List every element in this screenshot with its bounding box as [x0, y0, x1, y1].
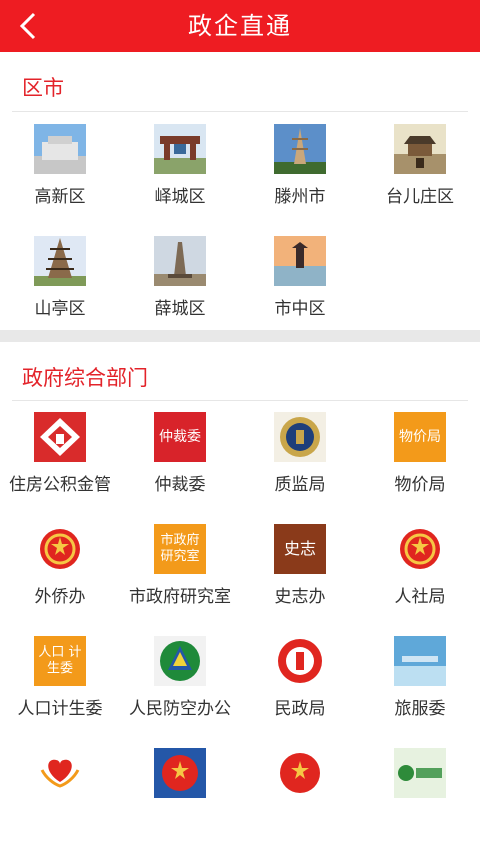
tall-pagoda-photo-icon	[34, 236, 86, 286]
district-label: 高新区	[34, 187, 86, 207]
quality-emblem-icon	[274, 412, 326, 462]
section-separator	[12, 111, 468, 112]
section-title-departments: 政府综合部门	[22, 366, 148, 390]
national-emblem-icon	[154, 748, 206, 798]
dept-label: 人社局	[394, 587, 446, 607]
pagoda-photo-icon	[274, 124, 326, 174]
dept-label: 人口计生委	[17, 699, 103, 719]
dept-item-human-resources[interactable]: 人社局	[360, 524, 480, 634]
dept-item-emblem-b[interactable]	[240, 748, 360, 858]
monument-photo-icon	[154, 236, 206, 286]
civil-affairs-logo-icon	[274, 636, 326, 686]
dept-item-foreign-affairs[interactable]: 外侨办	[0, 524, 120, 634]
national-emblem-icon	[394, 524, 446, 574]
national-emblem-icon	[34, 524, 86, 574]
history-seal-logo-icon: 史志	[274, 524, 326, 574]
dept-label: 仲裁委	[154, 475, 206, 495]
research-office-logo-icon: 市政府 研究室	[154, 524, 206, 574]
arbitration-logo-icon: 仲裁委	[154, 412, 206, 462]
dept-item-civil-affairs[interactable]: 民政局	[240, 636, 360, 746]
district-item-yicheng[interactable]: 峄城区	[120, 124, 240, 234]
dept-item-civil-defense[interactable]: 人民防空办公	[120, 636, 240, 746]
district-item-gaoxin[interactable]: 高新区	[0, 124, 120, 234]
dept-item-research-office[interactable]: 市政府 研究室 市政府研究室	[120, 524, 240, 634]
district-item-taierzhuang[interactable]: 台儿庄区	[360, 124, 480, 234]
section-divider	[0, 330, 480, 342]
district-label: 市中区	[274, 299, 326, 319]
district-label: 峄城区	[154, 187, 206, 207]
tourism-logo-icon	[394, 636, 446, 686]
dept-item-tourism[interactable]: 旅服委	[360, 636, 480, 746]
district-label: 台儿庄区	[386, 187, 454, 207]
dept-label: 外侨办	[34, 587, 86, 607]
gate-photo-icon	[154, 124, 206, 174]
section-separator	[12, 400, 468, 401]
dept-item-quality[interactable]: 质监局	[240, 412, 360, 522]
dept-label: 史志办	[274, 587, 326, 607]
dept-item-elderly-portal[interactable]	[0, 748, 120, 858]
dept-item-population[interactable]: 人口 计生委 人口计生委	[0, 636, 120, 746]
dept-label: 旅服委	[394, 699, 446, 719]
dept-item-environment[interactable]	[360, 748, 480, 858]
price-bureau-logo-icon: 物价局	[394, 412, 446, 462]
district-label: 山亭区	[34, 299, 86, 319]
environment-logo-icon	[394, 748, 446, 798]
dept-item-housing-fund[interactable]: 住房公积金管	[0, 412, 120, 522]
population-logo-icon: 人口 计生委	[34, 636, 86, 686]
dept-label: 住房公积金管	[9, 475, 111, 495]
dept-label: 质监局	[274, 475, 326, 495]
dept-item-price[interactable]: 物价局 物价局	[360, 412, 480, 522]
section-title-district: 区市	[22, 76, 64, 100]
dept-label: 市政府研究室	[129, 587, 231, 607]
national-emblem-icon	[274, 748, 326, 798]
dept-label: 人民防空办公	[129, 699, 231, 719]
housing-fund-logo-icon	[34, 412, 86, 462]
district-item-tengzhou[interactable]: 滕州市	[240, 124, 360, 234]
dept-item-history[interactable]: 史志 史志办	[240, 524, 360, 634]
dept-item-arbitration[interactable]: 仲裁委 仲裁委	[120, 412, 240, 522]
civil-defense-emblem-icon	[154, 636, 206, 686]
district-label: 薛城区	[154, 299, 206, 319]
elderly-portal-logo-icon	[34, 748, 86, 798]
tower-gate-photo-icon	[394, 124, 446, 174]
dept-label: 物价局	[394, 475, 446, 495]
dept-label: 民政局	[274, 699, 326, 719]
sunset-tower-photo-icon	[274, 236, 326, 286]
building-photo-icon	[34, 124, 86, 174]
dept-item-emblem-a[interactable]	[120, 748, 240, 858]
district-label: 滕州市	[274, 187, 326, 207]
page-title: 政企直通	[188, 12, 292, 40]
top-bar: 政企直通	[0, 0, 480, 52]
